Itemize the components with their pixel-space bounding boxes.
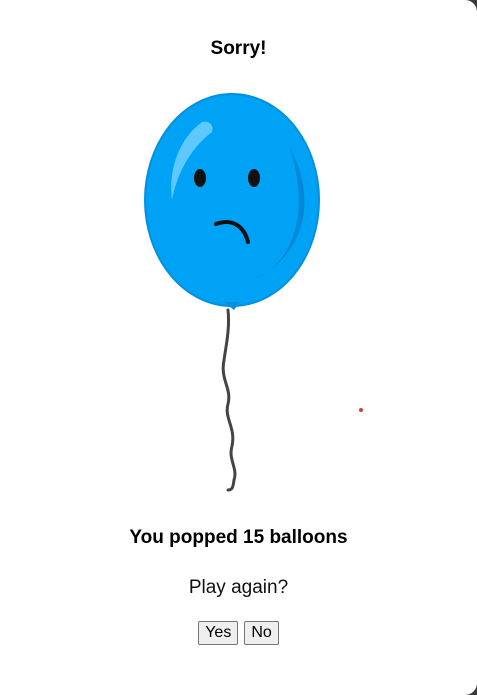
- game-over-dialog: Sorry! You popped 15 balloons Play again…: [0, 0, 477, 695]
- balloon-left-eye: [194, 169, 206, 187]
- balloon-right-eye: [248, 169, 260, 187]
- play-again-prompt: Play again?: [188, 577, 289, 598]
- dialog-title: Sorry!: [210, 38, 267, 59]
- sad-balloon-icon: [140, 88, 330, 498]
- balloon-string: [221, 308, 237, 492]
- target-dot: [359, 408, 363, 412]
- yes-button[interactable]: Yes: [198, 621, 239, 645]
- balloon-body: [144, 93, 320, 307]
- button-row: Yes No: [0, 621, 477, 645]
- score-result: You popped 15 balloons: [129, 527, 348, 548]
- no-button[interactable]: No: [244, 621, 279, 645]
